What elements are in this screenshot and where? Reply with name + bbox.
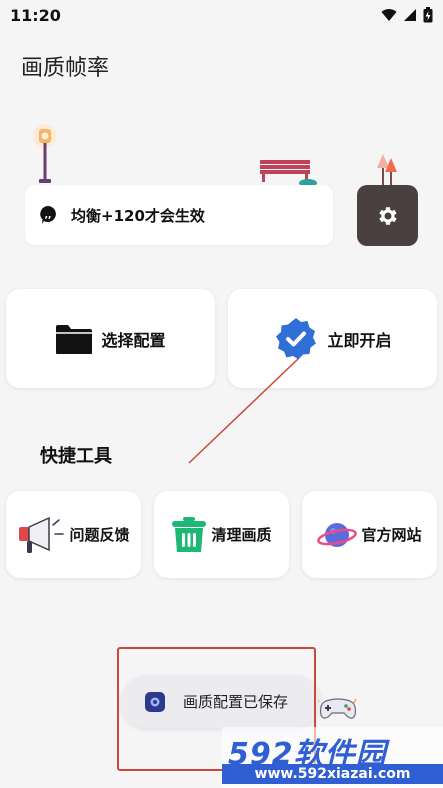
settings-button[interactable]: [357, 185, 418, 246]
select-config-label: 选择配置: [101, 330, 166, 350]
status-time: 11:20: [10, 5, 61, 25]
bench-illustration: [260, 160, 317, 187]
watermark-url: www.592xiazai.com: [222, 764, 443, 784]
status-bar: 11:20: [0, 0, 443, 30]
page-title: 画质帧率: [21, 56, 110, 81]
clean-quality-label: 清理画质: [211, 526, 272, 544]
clean-quality-card[interactable]: 清理画质: [154, 491, 289, 578]
wifi-icon: [381, 9, 397, 21]
battery-charging-icon: [423, 7, 433, 23]
verified-badge-icon: [276, 317, 317, 359]
megaphone-icon: [19, 516, 65, 553]
quick-tools-title: 快捷工具: [40, 446, 112, 467]
official-site-label: 官方网站: [361, 526, 422, 544]
select-config-card[interactable]: 选择配置: [6, 289, 215, 388]
status-icons: [381, 7, 433, 23]
official-site-card[interactable]: 官方网站: [302, 491, 437, 578]
tree-illustration: [377, 154, 397, 186]
hint-text: 均衡+120才会生效: [71, 206, 205, 225]
hint-card: ,, 均衡+120才会生效: [25, 185, 333, 245]
svg-text:,,: ,,: [45, 211, 52, 221]
hint-bubble-icon: ,,: [40, 206, 56, 224]
gamepad-illustration: [318, 698, 357, 719]
feedback-card[interactable]: 问题反馈: [6, 491, 141, 578]
feedback-label: 问题反馈: [69, 526, 130, 544]
start-now-label: 立即开启: [327, 330, 392, 350]
trash-can-icon: [172, 516, 207, 552]
cellular-icon: [404, 9, 416, 21]
planet-icon: [317, 522, 358, 547]
folder-icon: [56, 324, 93, 354]
watermark: 592软件园 www.592xiazai.com: [222, 727, 443, 788]
gear-icon: [378, 206, 397, 225]
start-now-card[interactable]: 立即开启: [228, 289, 437, 388]
street-lamp-illustration: [33, 124, 57, 183]
